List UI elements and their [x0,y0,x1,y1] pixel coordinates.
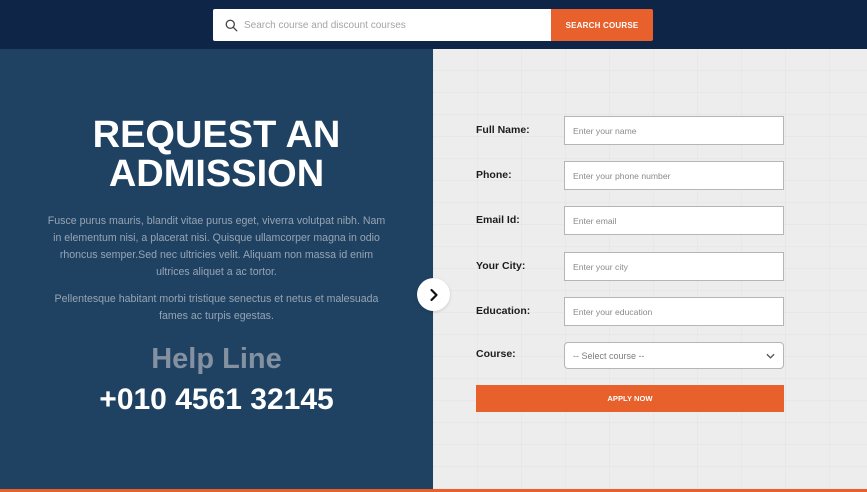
admission-form-panel: Full Name: Phone: Email Id: Your City: E… [433,49,867,489]
course-label: Course: [476,348,516,360]
city-input[interactable] [564,252,784,281]
apply-now-button[interactable]: APPLY NOW [476,385,784,412]
search-input[interactable] [244,19,544,31]
top-bar: SEARCH COURSE [0,0,867,49]
title-line-1: REQUEST AN [92,114,341,156]
help-line-label: Help Line [151,343,282,375]
admission-info-panel: REQUEST AN ADMISSION Fusce purus mauris,… [0,49,433,489]
chevron-down-icon [766,353,775,359]
chevron-right-icon [429,288,438,301]
search-bar: SEARCH COURSE [213,9,653,41]
help-line-phone: +010 4561 32145 [99,383,334,416]
course-select[interactable]: -- Select course -- [564,342,784,369]
city-row: Your City: [476,252,784,281]
title-line-2: ADMISSION [108,153,325,195]
phone-row: Phone: [476,161,784,190]
search-box[interactable] [213,9,551,41]
search-icon [225,19,238,31]
education-input[interactable] [564,297,784,326]
intro-paragraph: Fusce purus mauris, blandit vitae purus … [47,215,386,278]
phone-label: Phone: [476,169,512,181]
full-name-label: Full Name: [476,124,530,136]
full-name-input[interactable] [564,116,784,145]
phone-input[interactable] [564,161,784,190]
course-row: Course: -- Select course -- [476,342,784,371]
city-label: Your City: [476,260,526,272]
email-input[interactable] [564,206,784,235]
secondary-paragraph: Pellentesque habitant morbi tristique se… [54,293,379,322]
page-title: REQUEST AN ADMISSION [0,116,433,194]
email-row: Email Id: [476,206,784,235]
education-row: Education: [476,297,784,326]
education-label: Education: [476,305,531,317]
full-name-row: Full Name: [476,116,784,145]
course-select-value: -- Select course -- [573,350,645,361]
search-course-button[interactable]: SEARCH COURSE [551,9,653,41]
email-label: Email Id: [476,214,520,226]
next-slide-button[interactable] [417,278,450,311]
